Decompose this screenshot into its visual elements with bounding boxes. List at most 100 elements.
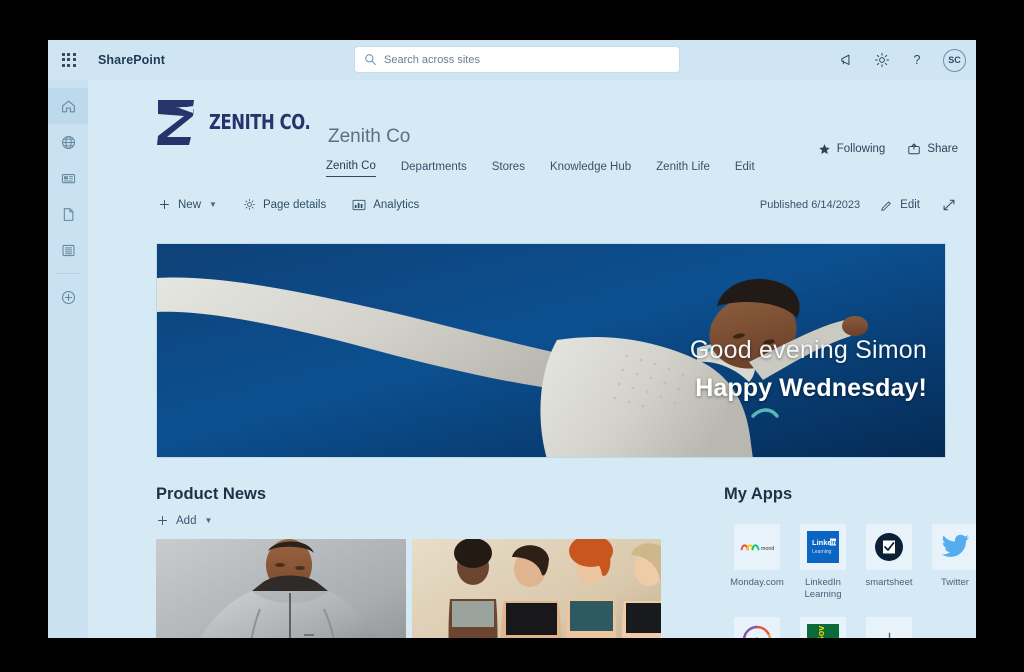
app-tile-add-apps[interactable]: Add Apps	[856, 617, 922, 638]
nav-item-zenith-life[interactable]: Zenith Life	[656, 161, 710, 177]
mygov-icon: myGov	[807, 624, 839, 638]
svg-text:myGov: myGov	[816, 626, 826, 638]
search-box[interactable]	[355, 47, 679, 72]
app-tile-mygov[interactable]: myGov MyGov	[790, 617, 856, 638]
site-header: ZENITH CO. Zenith Co Zenith Co Departmen…	[88, 80, 976, 185]
site-actions: Following Share	[818, 142, 958, 156]
avatar[interactable]: SC	[943, 48, 966, 72]
news-card[interactable]	[156, 539, 406, 638]
published-status: Published 6/14/2023	[759, 199, 861, 211]
edit-button[interactable]: Edit	[878, 197, 922, 214]
command-bar-left: New ▼ Page details Analytics	[156, 196, 421, 213]
sidebar-item-home[interactable]	[48, 88, 88, 124]
site-logo[interactable]: ZENITH CO.	[153, 93, 328, 151]
app-tile-surface	[932, 524, 976, 570]
sidebar-item-pages[interactable]	[48, 196, 88, 232]
news-card-list: PowerGrip Ultra Sports Bra	[156, 539, 661, 638]
site-logo-text: ZENITH CO.	[209, 110, 311, 134]
my-apps-section: My Apps monday Monday.com	[724, 485, 976, 638]
share-label: Share	[927, 143, 958, 155]
nav-item-zenith-co[interactable]: Zenith Co	[326, 160, 376, 177]
nav-item-stores[interactable]: Stores	[492, 161, 525, 177]
page-details-button[interactable]: Page details	[241, 196, 328, 213]
news-card-image	[156, 539, 406, 638]
rail-divider	[56, 273, 80, 274]
suite-brand-label[interactable]: SharePoint	[98, 53, 165, 67]
svg-text:monday: monday	[761, 546, 774, 552]
app-tile-smartsheet[interactable]: smartsheet	[856, 524, 922, 601]
monday-icon: monday	[740, 544, 774, 552]
list-icon	[61, 244, 75, 256]
app-tile-surface: ato	[734, 617, 780, 638]
globe-icon	[61, 135, 75, 149]
expand-button[interactable]	[940, 196, 958, 214]
product-news-section: Product News Add ▼	[156, 485, 661, 638]
help-icon[interactable]: ?	[908, 51, 926, 69]
pencil-icon	[881, 200, 891, 211]
suite-actions: ? SC	[838, 40, 966, 80]
new-button[interactable]: New ▼	[156, 196, 219, 213]
news-card[interactable]: PowerGrip Ultra Sports Bra	[411, 539, 661, 638]
star-icon	[819, 143, 830, 154]
feedback-icon[interactable]	[838, 51, 856, 69]
nav-item-departments[interactable]: Departments	[401, 161, 467, 177]
news-card-image	[411, 539, 661, 638]
following-label: Following	[836, 143, 886, 155]
app-tile-twitter[interactable]: Twitter	[922, 524, 976, 601]
hero-subtitle: Happy Wednesday!	[695, 374, 927, 402]
following-button[interactable]: Following	[818, 143, 886, 156]
command-bar: New ▼ Page details Analytics Published 6…	[88, 190, 976, 226]
page-canvas: ZENITH CO. Zenith Co Zenith Co Departmen…	[88, 80, 976, 638]
app-tile-linkedin-learning[interactable]: Linked in Learning LinkedIn Learning	[790, 524, 856, 601]
plus-icon	[888, 632, 890, 638]
home-icon	[61, 99, 75, 112]
nav-item-edit[interactable]: Edit	[735, 161, 755, 177]
app-tile-surface	[866, 617, 912, 638]
left-rail	[48, 80, 88, 638]
app-tile-ato[interactable]: ato ATO	[724, 617, 790, 638]
svg-text:?: ?	[914, 53, 921, 67]
news-icon	[61, 173, 75, 183]
sidebar-item-lists[interactable]	[48, 232, 88, 268]
analytics-icon	[352, 199, 366, 210]
plus-icon	[158, 516, 167, 525]
app-label: Twitter	[941, 577, 969, 588]
site-navigation: Zenith Co Departments Stores Knowledge H…	[326, 160, 755, 177]
hero-greeting: Good evening Simon	[689, 336, 927, 364]
gear-icon[interactable]	[873, 51, 891, 69]
expand-icon	[943, 199, 955, 211]
hero-banner[interactable]: Good evening Simon Happy Wednesday!	[156, 243, 946, 458]
app-tile-monday[interactable]: monday Monday.com	[724, 524, 790, 601]
sidebar-item-news[interactable]	[48, 160, 88, 196]
page-details-label: Page details	[262, 198, 327, 211]
zenith-z-logo	[157, 100, 194, 145]
my-apps-grid: monday Monday.com Linked in	[724, 524, 976, 638]
analytics-button[interactable]: Analytics	[350, 197, 421, 213]
add-news-button[interactable]: Add ▼	[156, 514, 661, 527]
sidebar-item-feed[interactable]	[48, 124, 88, 160]
command-bar-right: Published 6/14/2023 Edit	[760, 196, 958, 214]
analytics-label: Analytics	[373, 198, 420, 211]
twitter-icon	[941, 534, 969, 557]
chevron-down-icon: ▼	[204, 516, 213, 525]
svg-text:Learning: Learning	[812, 549, 832, 555]
ato-icon: ato	[742, 625, 772, 639]
page-title: Zenith Co	[328, 126, 411, 147]
app-launcher-icon[interactable]	[62, 53, 76, 67]
hero-text-block: Good evening Simon Happy Wednesday!	[690, 336, 927, 403]
svg-text:in: in	[831, 540, 837, 546]
suite-header: SharePoint Search across sites ? SC	[48, 40, 976, 80]
product-news-heading: Product News	[156, 485, 267, 503]
sidebar-item-create[interactable]	[48, 279, 88, 315]
search-input[interactable]	[384, 53, 654, 66]
share-button[interactable]: Share	[907, 142, 958, 156]
add-news-label: Add	[176, 514, 197, 527]
document-icon	[63, 207, 73, 221]
svg-text:ato: ato	[750, 636, 764, 639]
smartsheet-icon	[875, 533, 903, 561]
my-apps-heading: My Apps	[724, 485, 793, 503]
plus-icon	[160, 200, 169, 209]
gear-icon	[243, 199, 255, 210]
nav-item-knowledge-hub[interactable]: Knowledge Hub	[550, 161, 631, 177]
linkedin-learning-icon: Linked in Learning	[807, 531, 839, 563]
